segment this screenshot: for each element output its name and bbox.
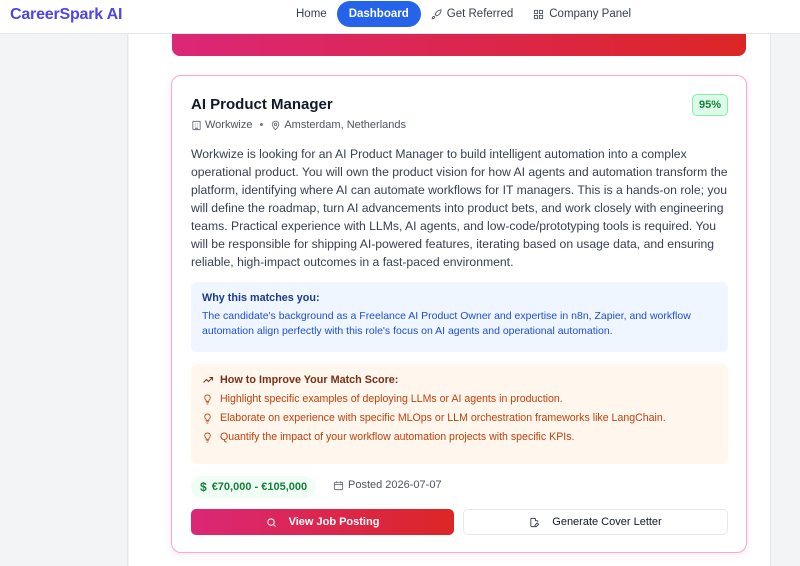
job-location: Amsterdam, Netherlands [284,119,407,131]
match-score-badge: 95% [691,94,728,116]
view-job-posting-button[interactable]: View Job Posting [191,509,454,535]
improve-tip-text: Elaborate on experience with specific ML… [220,412,666,424]
calendar-icon [333,480,344,490]
search-icon [266,517,276,527]
generate-cover-letter-label: Generate Cover Letter [552,516,662,528]
building-icon [192,120,201,130]
nav-dashboard[interactable]: Dashboard [336,1,421,27]
lightbulb-icon [204,432,211,442]
generate-cover-letter-button[interactable]: Generate Cover Letter [463,509,728,535]
salary-badge: $ €70,000 - €105,000 [191,476,317,498]
job-meta: Workwize • Amsterdam, Netherlands [191,119,406,131]
right-gutter [771,34,800,566]
why-matches-title: Why this matches you: [202,292,320,304]
nav-company-panel-label: Company Panel [549,8,632,20]
why-matches-text: The candidate's background as a Freelanc… [202,310,691,337]
job-title: AI Product Manager [191,96,333,113]
nav-home[interactable]: Home [286,1,337,27]
view-job-posting-label: View Job Posting [288,516,380,528]
lightbulb-icon [204,394,211,404]
file-edit-icon [530,517,540,527]
job-card: AI Product Manager 95% Workwize • Amster… [171,75,747,553]
meta-separator: • [259,119,264,131]
top-navigation-bar: CareerSpark AI Home Dashboard Get Referr… [0,0,800,34]
improve-score-box: How to Improve Your Match Score: Highlig… [191,364,728,464]
nav-home-label: Home [296,8,327,20]
posted-date-text: Posted 2026-07-07 [348,479,442,491]
main-nav: Home Dashboard Get Referred Company Pane… [286,1,641,27]
rocket-icon [431,8,442,19]
company-name: Workwize [205,119,253,131]
improve-tip: Quantify the impact of your workflow aut… [202,431,717,443]
brand-logo[interactable]: CareerSpark AI [10,6,122,24]
nav-get-referred-label: Get Referred [446,8,514,20]
improve-score-label: How to Improve Your Match Score: [220,374,399,386]
improve-tip-text: Quantify the impact of your workflow aut… [220,431,575,443]
left-sidebar-area [0,34,128,566]
trending-up-icon [203,377,213,383]
dollar-icon: $ [200,480,207,494]
improve-score-title: How to Improve Your Match Score: [202,374,717,386]
why-matches-box: Why this matches you: The candidate's ba… [191,282,728,352]
improve-tip: Highlight specific examples of deploying… [202,393,717,405]
nav-company-panel[interactable]: Company Panel [523,1,641,27]
posted-date: Posted 2026-07-07 [333,479,442,491]
location-pin-icon [272,120,280,130]
nav-get-referred[interactable]: Get Referred [421,1,523,27]
lightbulb-icon [204,413,211,423]
improve-tip-text: Highlight specific examples of deploying… [220,393,563,405]
grid-icon [534,9,544,19]
job-description: Workwize is looking for an AI Product Ma… [191,147,728,269]
salary-range: €70,000 - €105,000 [211,481,308,493]
improve-tip: Elaborate on experience with specific ML… [202,412,717,424]
nav-dashboard-label: Dashboard [348,8,409,20]
